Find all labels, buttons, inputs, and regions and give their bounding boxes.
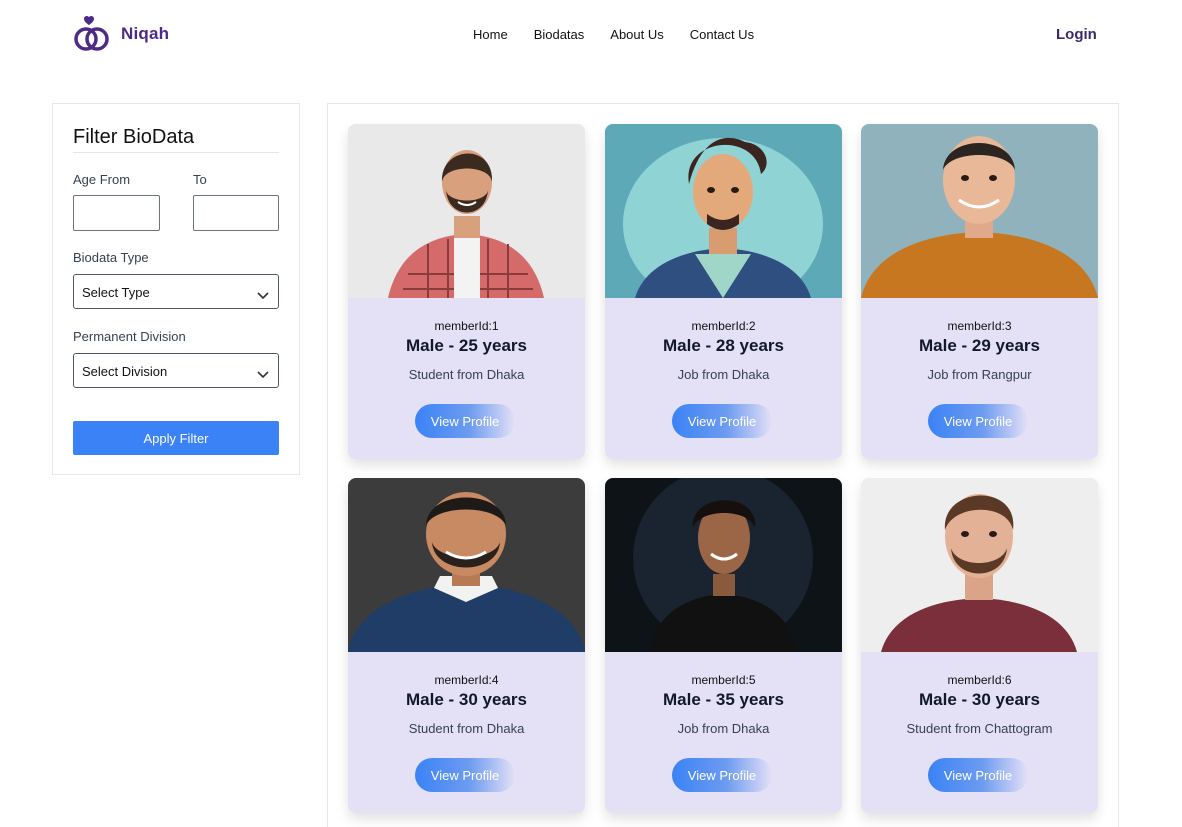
member-id: memberId:6 bbox=[947, 673, 1012, 687]
biodata-title: Male - 25 years bbox=[406, 336, 527, 355]
member-id: memberId:3 bbox=[947, 319, 1012, 333]
navbar: Niqah Home Biodatas About Us Contact Us … bbox=[0, 0, 1182, 70]
biodata-grid: memberId:1 Male - 25 years Student from … bbox=[327, 103, 1119, 827]
view-profile-button[interactable]: View Profile bbox=[928, 758, 1028, 792]
profile-photo bbox=[348, 124, 585, 298]
biodata-type-label: Biodata Type bbox=[73, 250, 149, 265]
view-profile-button[interactable]: View Profile bbox=[928, 404, 1028, 438]
profile-photo bbox=[861, 124, 1098, 298]
division-label: Permanent Division bbox=[73, 329, 186, 344]
filter-panel: Filter BioData Age From To Biodata Type … bbox=[52, 103, 300, 475]
biodata-card: memberId:3 Male - 29 years Job from Rang… bbox=[861, 124, 1098, 459]
biodata-occupation: Job from Rangpur bbox=[927, 367, 1032, 382]
nav-link-biodatas[interactable]: Biodatas bbox=[534, 27, 585, 42]
biodata-occupation: Student from Dhaka bbox=[408, 367, 525, 382]
biodata-title: Male - 28 years bbox=[663, 336, 784, 355]
profile-photo bbox=[348, 478, 585, 652]
biodata-card: memberId:6 Male - 30 years Student from … bbox=[861, 478, 1098, 813]
biodata-occupation: Student from Dhaka bbox=[408, 721, 525, 736]
division-value: Select Division bbox=[82, 364, 168, 379]
biodata-card: memberId:4 Male - 30 years Student from … bbox=[348, 478, 585, 813]
profile-photo bbox=[861, 478, 1098, 652]
rings-logo-icon bbox=[73, 15, 113, 53]
nav-link-about-us[interactable]: About Us bbox=[610, 27, 663, 42]
chevron-down-icon bbox=[257, 287, 269, 305]
age-to-label: To bbox=[193, 172, 207, 187]
biodata-type-value: Select Type bbox=[82, 285, 150, 300]
biodata-title: Male - 30 years bbox=[406, 690, 527, 709]
biodata-occupation: Job from Dhaka bbox=[677, 367, 770, 382]
login-link[interactable]: Login bbox=[1056, 26, 1097, 43]
view-profile-button[interactable]: View Profile bbox=[415, 758, 515, 792]
age-from-input[interactable] bbox=[73, 195, 160, 231]
nav-links: Home Biodatas About Us Contact Us bbox=[473, 27, 754, 42]
member-id: memberId:2 bbox=[691, 319, 756, 333]
filter-divider bbox=[73, 152, 279, 153]
chevron-down-icon bbox=[257, 366, 269, 384]
profile-photo bbox=[605, 478, 842, 652]
nav-link-contact-us[interactable]: Contact Us bbox=[690, 27, 754, 42]
member-id: memberId:5 bbox=[691, 673, 756, 687]
biodata-type-select[interactable]: Select Type bbox=[73, 274, 279, 309]
biodata-card: memberId:5 Male - 35 years Job from Dhak… bbox=[605, 478, 842, 813]
member-id: memberId:4 bbox=[434, 673, 499, 687]
brand-logo[interactable]: Niqah bbox=[73, 15, 169, 53]
biodata-occupation: Student from Chattogram bbox=[906, 721, 1053, 736]
brand-name: Niqah bbox=[121, 24, 170, 43]
view-profile-button[interactable]: View Profile bbox=[415, 404, 515, 438]
biodata-card: memberId:2 Male - 28 years Job from Dhak… bbox=[605, 124, 842, 459]
nav-link-home[interactable]: Home bbox=[473, 27, 508, 42]
apply-filter-button[interactable]: Apply Filter bbox=[73, 421, 279, 455]
biodata-occupation: Job from Dhaka bbox=[677, 721, 770, 736]
filter-title: Filter BioData bbox=[73, 126, 195, 148]
profile-photo bbox=[605, 124, 842, 298]
member-id: memberId:1 bbox=[434, 319, 499, 333]
age-from-label: Age From bbox=[73, 172, 131, 187]
view-profile-button[interactable]: View Profile bbox=[672, 404, 772, 438]
age-to-input[interactable] bbox=[193, 195, 279, 231]
biodata-title: Male - 35 years bbox=[663, 690, 784, 709]
biodata-title: Male - 29 years bbox=[919, 336, 1040, 355]
biodata-title: Male - 30 years bbox=[919, 690, 1040, 709]
view-profile-button[interactable]: View Profile bbox=[672, 758, 772, 792]
biodata-card: memberId:1 Male - 25 years Student from … bbox=[348, 124, 585, 459]
division-select[interactable]: Select Division bbox=[73, 353, 279, 388]
